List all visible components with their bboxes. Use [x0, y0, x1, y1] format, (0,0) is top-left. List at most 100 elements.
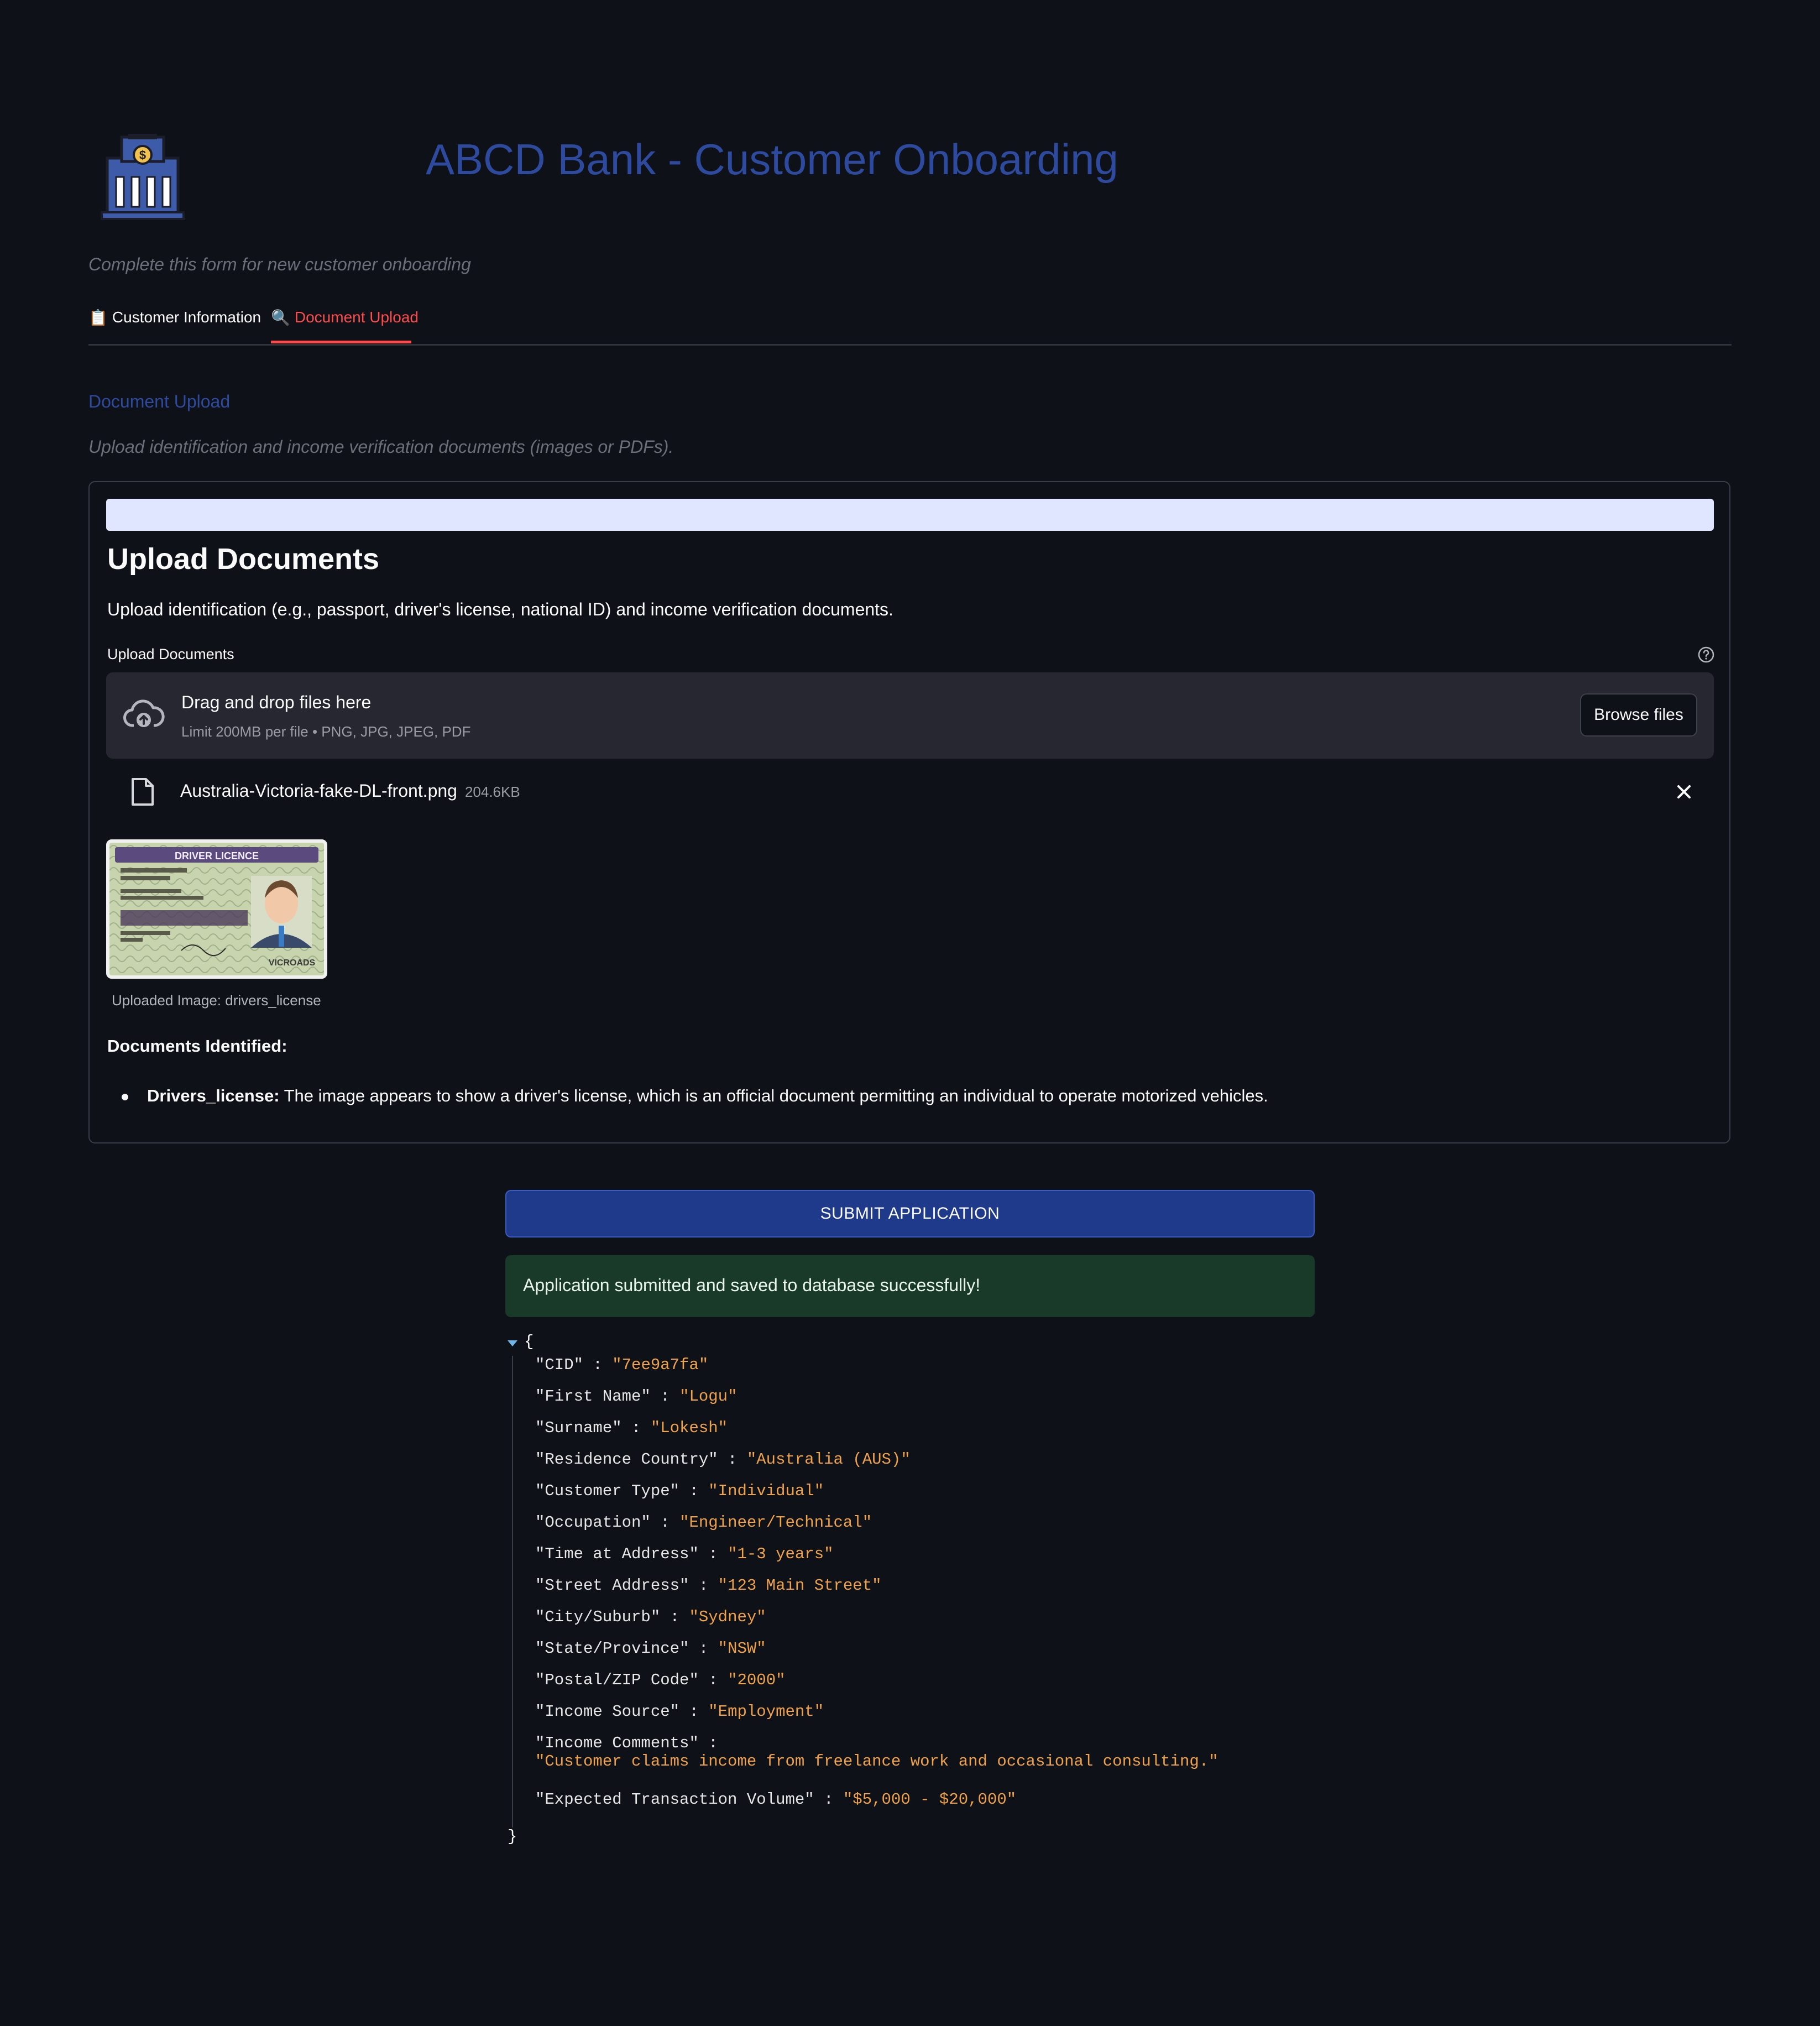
json-separator: :	[718, 1450, 747, 1469]
json-value: "$5,000 - $20,000"	[843, 1790, 1017, 1809]
json-row: "Customer Type" : "Individual"	[535, 1482, 824, 1500]
document-type: Drivers_license:	[147, 1086, 280, 1105]
document-description: The image appears to show a driver's lic…	[279, 1086, 1268, 1105]
json-separator: :	[660, 1608, 689, 1626]
json-separator: :	[698, 1545, 728, 1563]
license-thumbnail[interactable]: DRIVER LICENCE VICROADS	[106, 839, 327, 979]
json-key: "Customer Type"	[535, 1482, 680, 1500]
json-key: "State/Province"	[535, 1639, 689, 1658]
json-key: "Surname"	[535, 1419, 622, 1437]
success-message: Application submitted and saved to datab…	[523, 1275, 981, 1295]
json-value: "Australia (AUS)"	[746, 1450, 911, 1469]
uploaded-file-row: Australia-Victoria-fake-DL-front.png 204.…	[106, 775, 1714, 808]
json-separator: :	[679, 1703, 709, 1721]
json-separator: :	[689, 1639, 718, 1658]
help-icon[interactable]	[1697, 646, 1715, 664]
json-row: "Occupation" : "Engineer/Technical"	[535, 1513, 872, 1532]
documents-identified-heading: Documents Identified:	[107, 1036, 287, 1056]
tab-customer-information[interactable]: 📋 Customer Information	[88, 309, 261, 344]
json-separator: :	[698, 1734, 718, 1752]
json-row: "Income Source" : "Employment"	[535, 1703, 824, 1721]
json-value: "Lokesh"	[650, 1419, 728, 1437]
json-separator: :	[814, 1790, 843, 1809]
list-item: Drivers_license: The image appears to sh…	[122, 1086, 1268, 1106]
json-separator: :	[621, 1419, 651, 1437]
upload-title: Upload Documents	[107, 542, 380, 576]
json-key: "Street Address"	[535, 1576, 689, 1595]
json-value: "Employment"	[708, 1703, 824, 1721]
tab-label: Document Upload	[294, 309, 419, 326]
dropzone-instructions: Drag and drop files here	[181, 692, 372, 712]
json-key: "City/Suburb"	[535, 1608, 661, 1626]
json-key: "CID"	[535, 1356, 584, 1374]
browse-files-button[interactable]: Browse files	[1580, 693, 1697, 737]
json-value: "Engineer/Technical"	[679, 1513, 872, 1532]
section-description: Upload identification and income verific…	[88, 437, 674, 457]
file-icon	[130, 777, 155, 806]
file-uploader-label: Upload Documents	[107, 646, 234, 662]
json-key: "First Name"	[535, 1387, 651, 1406]
json-body: "CID" : "7ee9a7fa" "First Name" : "Logu" "…	[512, 1356, 1398, 1827]
tab-label: Customer Information	[112, 309, 262, 326]
page-title: ABCD Bank - Customer Onboarding	[426, 135, 1118, 184]
json-separator: :	[698, 1671, 728, 1689]
json-key: "Income Source"	[535, 1703, 680, 1721]
upload-description: Upload identification (e.g., passport, d…	[107, 599, 893, 619]
json-row: "Surname" : "Lokesh"	[535, 1419, 728, 1437]
json-value: "1-3 years"	[728, 1545, 834, 1563]
json-value: "7ee9a7fa"	[612, 1356, 709, 1374]
license-brand-text: VICROADS	[269, 958, 316, 968]
json-separator: :	[679, 1482, 709, 1500]
json-key: "Time at Address"	[535, 1545, 699, 1563]
success-alert: Application submitted and saved to datab…	[505, 1255, 1315, 1317]
banner-bar	[106, 499, 1714, 531]
json-separator: :	[650, 1387, 680, 1406]
json-value: "2000"	[728, 1671, 786, 1689]
json-open-brace: {	[524, 1333, 534, 1351]
json-row: "Residence Country" : "Australia (AUS)"	[535, 1450, 911, 1469]
json-value: "Individual"	[708, 1482, 824, 1500]
json-row: "First Name" : "Logu"	[535, 1387, 737, 1406]
bullet-icon	[122, 1093, 128, 1100]
collapse-toggle-icon[interactable]	[508, 1340, 517, 1346]
dropzone-limit: Limit 200MB per file • PNG, JPG, JPEG, P…	[181, 723, 471, 740]
json-separator: :	[650, 1513, 680, 1532]
json-key: "Occupation"	[535, 1513, 651, 1532]
json-row: "City/Suburb" : "Sydney"	[535, 1608, 766, 1626]
json-key: "Income Comments"	[535, 1734, 699, 1752]
json-row: "Postal/ZIP Code" : "2000"	[535, 1671, 786, 1689]
section-heading: Document Upload	[88, 391, 231, 411]
active-tab-indicator	[271, 341, 411, 343]
file-name: Australia-Victoria-fake-DL-front.png	[180, 781, 457, 801]
json-value: "Sydney"	[689, 1608, 766, 1626]
cloud-upload-icon	[123, 695, 165, 737]
json-key: "Postal/ZIP Code"	[535, 1671, 699, 1689]
json-close-brace: }	[508, 1827, 517, 1846]
bank-logo-icon: $	[100, 133, 186, 221]
json-value: "Customer claims income from freelance w…	[535, 1752, 1218, 1771]
upload-card: Upload Documents Upload identification (…	[88, 481, 1730, 1143]
file-size: 204.6KB	[464, 784, 520, 800]
json-separator: :	[583, 1356, 613, 1374]
json-value: "NSW"	[718, 1639, 766, 1658]
json-row: "Time at Address" : "1-3 years"	[535, 1545, 834, 1563]
magnifier-icon: 🔍	[271, 309, 290, 326]
license-header-text: DRIVER LICENCE	[175, 850, 259, 861]
json-row: "Income Comments" : "Customer claims inc…	[535, 1734, 1218, 1771]
json-key: "Residence Country"	[535, 1450, 718, 1469]
json-row: "CID" : "7ee9a7fa"	[535, 1356, 708, 1374]
json-key: "Expected Transaction Volume"	[535, 1790, 814, 1809]
close-icon[interactable]	[1673, 781, 1695, 803]
clipboard-icon: 📋	[88, 309, 108, 326]
file-dropzone[interactable]: Drag and drop files here Limit 200MB per…	[106, 672, 1714, 759]
json-value: "123 Main Street"	[718, 1576, 882, 1595]
tab-document-upload[interactable]: 🔍 Document Upload	[271, 309, 419, 344]
json-row: "Street Address" : "123 Main Street"	[535, 1576, 882, 1595]
submit-application-button[interactable]: SUBMIT APPLICATION	[505, 1190, 1315, 1237]
json-row: "Expected Transaction Volume" : "$5,000 …	[535, 1790, 1016, 1809]
json-separator: :	[689, 1576, 718, 1595]
image-caption: Uploaded Image: drivers_license	[112, 992, 321, 1009]
tab-bar: 📋 Customer Information 🔍 Document Upload	[88, 309, 1732, 346]
json-row: "State/Province" : "NSW"	[535, 1639, 766, 1658]
page-subtitle: Complete this form for new customer onbo…	[88, 254, 471, 274]
